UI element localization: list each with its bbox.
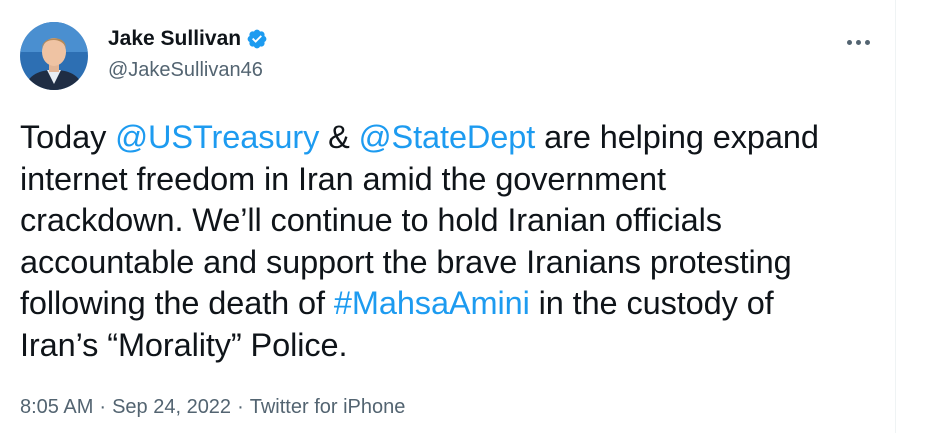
more-options-icon-dot [864, 39, 870, 45]
mention-link-statedept[interactable]: @StateDept [359, 119, 536, 155]
meta-separator: · [99, 396, 107, 418]
tweet-line: crackdown. We’ll continue to hold Irania… [20, 202, 722, 238]
author-display-name[interactable]: Jake Sullivan [108, 26, 241, 52]
tweet-line: accountable and support the brave Irania… [20, 243, 792, 280]
verified-badge-icon [247, 29, 267, 49]
tweet-text-segment: following the death of [20, 285, 334, 321]
avatar[interactable] [20, 22, 88, 90]
mention-link-ustreasury[interactable]: @USTreasury [115, 119, 319, 155]
tweet-text-segment: Today [20, 119, 116, 155]
tweet-line: internet freedom in Iran amid the govern… [20, 160, 666, 197]
tweet-line: following the death of #MahsaAmini in th… [20, 283, 880, 325]
avatar-image [20, 22, 88, 90]
tweet-card: Jake Sullivan @JakeSullivan46 Today @UST… [0, 0, 895, 433]
meta-separator: · [237, 396, 244, 418]
tweet-date[interactable]: Sep 24, 2022 [112, 396, 231, 418]
divider [895, 0, 896, 433]
tweet-text-segment: & [319, 119, 359, 155]
author-handle[interactable]: @JakeSullivan46 [108, 57, 263, 83]
tweet-line: Iran’s “Morality” Police. [20, 326, 348, 363]
more-options-button[interactable] [840, 32, 876, 52]
tweet-text-segment: in the custody of [529, 285, 774, 321]
tweet-time[interactable]: 8:05 AM [20, 396, 93, 418]
author-name-row[interactable]: Jake Sullivan [108, 26, 268, 52]
tweet-source[interactable]: Twitter for iPhone [250, 396, 406, 418]
tweet-metadata: 8:05 AM · Sep 24, 2022 · Twitter for iPhone [20, 394, 405, 420]
more-options-icon [846, 39, 852, 45]
more-options-icon-dot [855, 39, 861, 45]
tweet-line: Today @USTreasury & @StateDept are helpi… [20, 117, 880, 159]
tweet-text-segment: are helping expand [535, 119, 819, 155]
tweet-text: Today @USTreasury & @StateDept are helpi… [20, 117, 880, 366]
hashtag-link-mahsaamini[interactable]: #MahsaAmini [334, 285, 530, 321]
